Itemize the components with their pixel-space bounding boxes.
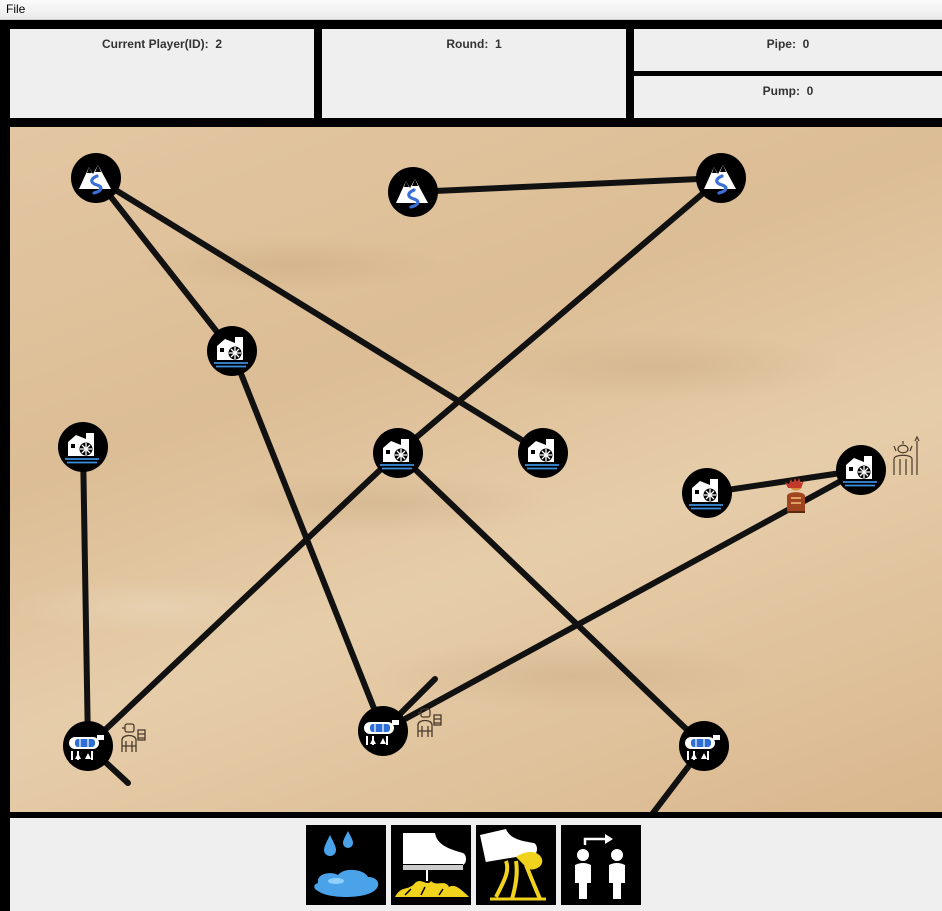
plumber-icon[interactable] xyxy=(121,723,146,753)
leak-action-button[interactable] xyxy=(306,825,386,905)
pipe xyxy=(93,175,235,354)
pump-node-2[interactable] xyxy=(57,421,109,473)
pipe xyxy=(229,348,386,734)
water-leak-icon xyxy=(314,831,379,897)
current-player-panel: Current Player(ID): 2 xyxy=(10,29,314,118)
spring-node-3[interactable] xyxy=(694,151,748,205)
pipe xyxy=(85,450,401,749)
saboteur-icon[interactable] xyxy=(893,436,920,476)
current-player-value: 2 xyxy=(215,37,223,51)
step-action-button[interactable] xyxy=(391,825,471,905)
pipe-panel: Pipe: 0 xyxy=(634,29,942,71)
pipe xyxy=(410,175,724,195)
cistern-node-2[interactable] xyxy=(357,705,409,757)
pipe-network xyxy=(80,175,864,812)
pipe-value: 0 xyxy=(802,37,810,51)
plumber-icon[interactable] xyxy=(417,708,442,738)
pipe xyxy=(395,450,707,749)
move-player-icon xyxy=(575,834,625,899)
move-action-button[interactable] xyxy=(561,825,641,905)
round-value: 1 xyxy=(494,37,502,51)
pipe xyxy=(93,175,546,456)
cistern-node-1[interactable] xyxy=(62,720,114,772)
boot-step-icon xyxy=(395,833,469,897)
pump-value: 0 xyxy=(806,84,814,98)
pump-node-3[interactable] xyxy=(372,427,424,479)
pipe xyxy=(395,175,724,456)
file-menu[interactable]: File xyxy=(6,2,25,16)
pump-label: Pump: xyxy=(762,84,800,98)
pump-panel: Pump: 0 xyxy=(634,76,942,118)
cistern-node-3[interactable] xyxy=(678,720,730,772)
menu-bar: File xyxy=(0,0,942,20)
pump-node-5[interactable] xyxy=(681,467,733,519)
pump-node-6[interactable] xyxy=(835,444,887,496)
game-board[interactable] xyxy=(10,127,942,812)
pipe xyxy=(80,444,91,749)
action-bar xyxy=(10,818,942,911)
current-player-label: Current Player(ID): xyxy=(101,37,209,51)
spring-node-1[interactable] xyxy=(69,151,123,205)
sticky-action-button[interactable] xyxy=(476,825,556,905)
boot-sticky-icon xyxy=(480,829,546,901)
pump-node-1[interactable] xyxy=(206,325,258,377)
pump-node-4[interactable] xyxy=(517,427,569,479)
board-canvas[interactable] xyxy=(10,127,942,812)
pipe-label: Pipe: xyxy=(766,37,796,51)
spring-node-2[interactable] xyxy=(386,165,440,219)
round-panel: Round: 1 xyxy=(322,29,626,118)
round-label: Round: xyxy=(446,37,489,51)
